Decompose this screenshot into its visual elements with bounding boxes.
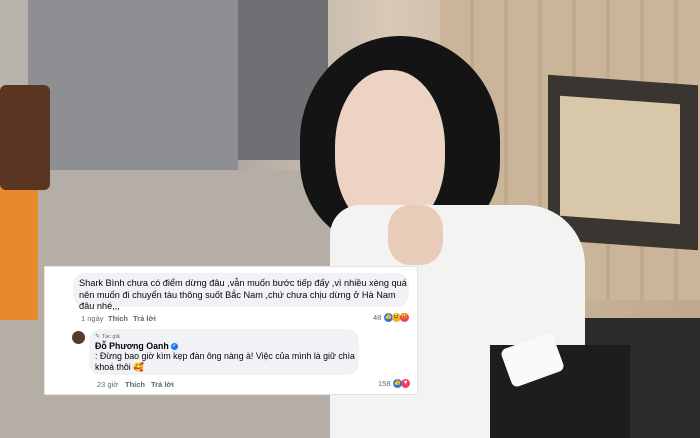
comment-reaction-count[interactable]: 48	[373, 313, 381, 322]
reply-reply-button[interactable]: Trả lời	[151, 380, 174, 389]
orange-cloth	[0, 170, 38, 320]
reply-like-button[interactable]: Thích	[125, 380, 145, 389]
comment-card: Shark Bình chưa có điểm dừng đâu ,vẫn mu…	[44, 266, 418, 395]
comment-time: 1 ngày	[81, 314, 104, 323]
heart-icon: ♥	[401, 379, 410, 388]
reply-text: : Đừng bao giờ kìm kẹp đàn ông nàng à! V…	[95, 351, 355, 372]
verified-icon: ✓	[170, 343, 178, 351]
avatar[interactable]	[72, 331, 85, 344]
comment-like-button[interactable]: Thích	[108, 314, 128, 323]
hand	[388, 205, 443, 265]
author-name[interactable]: Đỗ Phương Oanh ✓	[95, 341, 178, 351]
sign-panel	[560, 95, 680, 225]
handbag	[0, 85, 50, 190]
angry-icon: 😡	[400, 313, 409, 322]
comment-text: Shark Bình chưa có điểm dừng đâu ,vẫn mu…	[79, 278, 407, 311]
comment-reply-button[interactable]: Trả lời	[133, 314, 156, 323]
pen-icon: ✎	[95, 334, 102, 340]
author-badge: ✎ Tác giả	[95, 334, 120, 340]
reply-bubble: ✎ Tác giả Đỗ Phương Oanh ✓ : Đừng bao giờ…	[89, 329, 359, 375]
wall-panel	[28, 0, 238, 175]
comment-bubble: Shark Bình chưa có điểm dừng đâu ,vẫn mu…	[73, 273, 409, 311]
reply-reaction-count[interactable]: 158	[378, 379, 391, 388]
reply-time: 23 giờ	[97, 380, 119, 389]
